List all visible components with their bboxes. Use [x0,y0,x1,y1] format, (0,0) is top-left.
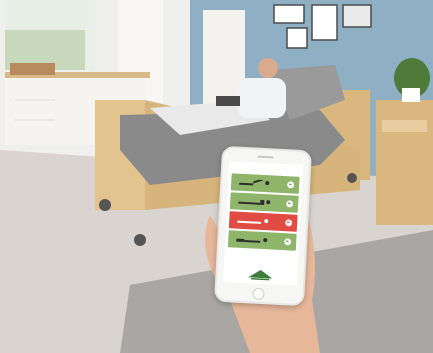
person-head [258,58,278,78]
photo-scene [0,0,433,353]
bed-wheel-2 [134,234,146,246]
arrow-right-icon [287,181,295,189]
picture-frame-2 [286,27,308,49]
bed-position-icon [236,238,268,243]
bed-control-row-1[interactable] [230,173,300,194]
bed-wheel-1 [99,199,111,211]
arrow-right-icon [285,219,293,227]
picture-frame-3 [311,4,338,41]
arrow-right-icon [284,238,292,246]
bed-control-row-4[interactable] [227,230,297,251]
bed-position-icon [239,178,270,186]
bed-position-icon [237,219,269,224]
phone-speaker [257,155,274,159]
person-body [238,78,286,118]
arrow-right-icon [286,200,294,208]
bed-position-icon [238,199,271,206]
bed-control-row-2[interactable] [229,192,299,213]
dresser-basket [10,63,55,75]
smartphone [213,145,313,307]
book [216,96,240,106]
phone-screen [223,161,304,286]
phone-home-button[interactable] [252,287,265,301]
bed-wheel-3 [347,173,357,183]
triangle-logo-icon [248,269,273,281]
bedroom-photo [0,0,433,353]
nightstand [376,100,433,225]
bed-control-row-3[interactable] [228,211,298,232]
picture-frame-1 [273,4,305,24]
picture-frame-4 [342,4,372,28]
